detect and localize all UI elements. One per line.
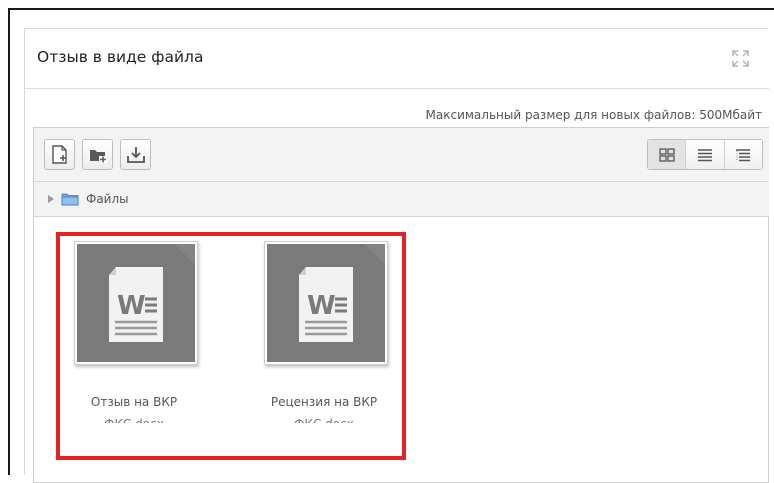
add-file-button[interactable] bbox=[44, 139, 75, 170]
max-file-size-text: Максимальный размер для новых файлов: 50… bbox=[425, 108, 762, 122]
tree-view-icon bbox=[736, 148, 751, 161]
download-button[interactable] bbox=[120, 139, 151, 170]
download-icon bbox=[126, 146, 145, 163]
folder-icon bbox=[61, 193, 79, 206]
expand-arrow-icon[interactable] bbox=[48, 195, 54, 203]
word-document-icon: W bbox=[299, 267, 353, 342]
file-item[interactable]: W Отзыв на ВКР ФКС.docx bbox=[54, 237, 214, 437]
word-document-icon: W bbox=[109, 267, 163, 342]
file-thumbnail[interactable]: W bbox=[264, 241, 388, 365]
panel-header: Отзыв в виде файла bbox=[25, 29, 769, 89]
breadcrumb: Файлы bbox=[34, 182, 769, 217]
file-manager-toolbar bbox=[34, 128, 769, 182]
view-tree-button[interactable] bbox=[723, 140, 762, 169]
new-folder-icon bbox=[89, 149, 107, 163]
list-view-icon bbox=[697, 148, 712, 161]
file-name-extension: ФКС.docx bbox=[54, 417, 214, 423]
file-thumbnail[interactable]: W bbox=[74, 241, 198, 365]
file-name: Рецензия на ВКР bbox=[270, 395, 378, 409]
create-folder-button[interactable] bbox=[82, 139, 113, 170]
fullscreen-expand-icon[interactable] bbox=[732, 50, 749, 67]
breadcrumb-files-link[interactable]: Файлы bbox=[86, 192, 129, 206]
panel-title: Отзыв в виде файла bbox=[37, 48, 204, 66]
svg-text:W: W bbox=[117, 291, 146, 321]
file-name: Отзыв на ВКР bbox=[90, 395, 178, 409]
view-list-button[interactable] bbox=[685, 140, 724, 169]
new-file-icon bbox=[51, 144, 67, 164]
view-icons-button[interactable] bbox=[648, 140, 686, 169]
svg-text:W: W bbox=[307, 291, 336, 321]
file-item[interactable]: W Рецензия на ВКР ФКС.docx bbox=[244, 237, 404, 437]
file-list: W Отзыв на ВКР ФКС.docx W bbox=[34, 217, 769, 483]
file-manager: Файлы W Отзыв на ВКР ФКС.d bbox=[33, 127, 769, 483]
file-name-extension: ФКС.docx bbox=[244, 417, 404, 423]
view-mode-switcher bbox=[647, 139, 763, 170]
file-feedback-panel: Отзыв в виде файла Максимальный размер д… bbox=[24, 28, 769, 483]
grid-view-icon bbox=[659, 147, 675, 162]
